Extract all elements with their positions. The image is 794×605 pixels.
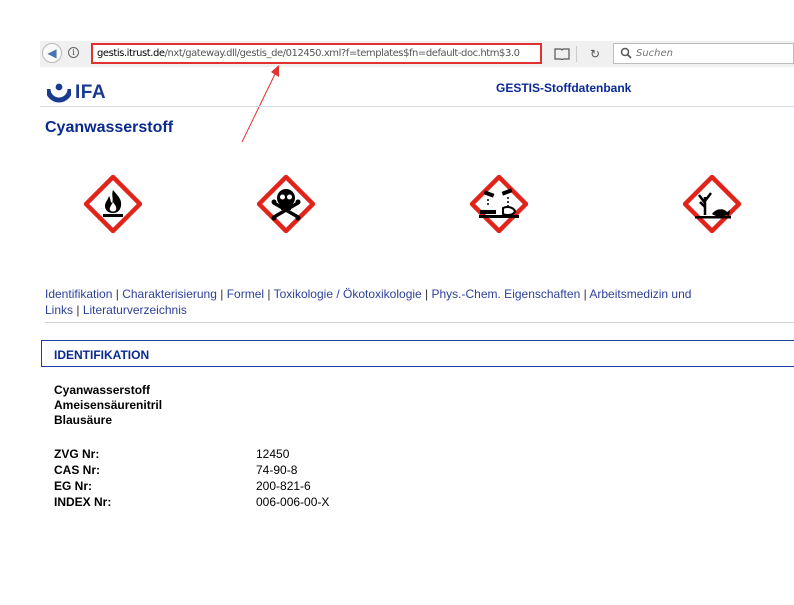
nav-link-phys-chem[interactable]: Phys.-Chem. Eigenschaften xyxy=(432,287,581,301)
identifier-label: CAS Nr: xyxy=(54,463,101,477)
nav-link-toxikologie[interactable]: Toxikologie / Ökotoxikologie xyxy=(274,287,422,301)
nav-link-links[interactable]: Links xyxy=(45,303,73,317)
back-button[interactable]: ◀ xyxy=(42,43,62,63)
section-title: IDENTIFIKATION xyxy=(54,348,150,362)
section-nav: Identifikation | Charakterisierung | For… xyxy=(45,287,692,317)
identifier-label: INDEX Nr: xyxy=(54,495,112,509)
nav-link-charakterisierung[interactable]: Charakterisierung xyxy=(122,287,217,301)
identifier-row: CAS Nr: 74-90-8 xyxy=(54,462,329,478)
reader-view-button[interactable] xyxy=(551,45,573,63)
search-icon xyxy=(620,47,632,59)
corrosion-icon xyxy=(470,175,528,233)
nav-link-formel[interactable]: Formel xyxy=(227,287,264,301)
database-title: GESTIS-Stoffdatenbank xyxy=(496,81,632,95)
identifier-value: 006-006-00-X xyxy=(256,495,330,509)
flame-icon xyxy=(84,175,142,233)
section-header-box xyxy=(41,340,794,367)
nav-link-identifikation[interactable]: Identifikation xyxy=(45,287,112,301)
nav-link-arbeitsmedizin[interactable]: Arbeitsmedizin und xyxy=(589,287,691,301)
environment-icon xyxy=(683,175,741,233)
ifa-logo-icon xyxy=(47,83,71,103)
search-input[interactable] xyxy=(636,44,786,63)
nav-divider xyxy=(45,322,794,323)
reload-icon: ↻ xyxy=(589,47,601,61)
identifier-label: ZVG Nr: xyxy=(54,447,100,461)
identifier-table: ZVG Nr: 12450 CAS Nr: 74-90-8 EG Nr: 200-82… xyxy=(54,446,329,510)
back-arrow-icon: ◀ xyxy=(47,46,57,60)
name-item: Cyanwasserstoff xyxy=(54,383,151,397)
toolbar-separator xyxy=(576,46,577,62)
substance-names: Cyanwasserstoff Ameisensäurenitril Blaus… xyxy=(54,383,162,428)
header-divider xyxy=(40,106,794,107)
annotation-arrow xyxy=(241,65,279,143)
book-icon xyxy=(554,48,570,60)
url-bar[interactable]: gestis.itrust.de/nxt/gateway.dll/gestis_… xyxy=(91,43,542,64)
nav-link-literaturverzeichnis[interactable]: Literaturverzeichnis xyxy=(83,303,187,317)
identifier-value: 200-821-6 xyxy=(256,479,311,493)
name-item: Ameisensäurenitril xyxy=(54,398,163,412)
url-host: gestis.itrust.de xyxy=(97,48,165,59)
identifier-row: INDEX Nr: 006-006-00-X xyxy=(54,494,329,510)
identifier-value: 74-90-8 xyxy=(256,463,298,477)
reload-button[interactable]: ↻ xyxy=(586,45,604,63)
identifier-label: EG Nr: xyxy=(54,479,93,493)
logo-text: IFA xyxy=(75,82,107,103)
skull-crossbones-icon xyxy=(257,175,315,233)
name-item: Blausäure xyxy=(54,413,113,427)
url-path: /nxt/gateway.dll/gestis_de/012450.xml?f=… xyxy=(164,48,520,59)
ifa-logo[interactable]: IFA xyxy=(47,81,106,105)
identifier-value: 12450 xyxy=(256,447,290,461)
substance-title: Cyanwasserstoff xyxy=(45,119,174,136)
info-icon[interactable]: i xyxy=(68,47,79,58)
identifier-row: EG Nr: 200-821-6 xyxy=(54,478,329,494)
identifier-row: ZVG Nr: 12450 xyxy=(54,446,329,462)
